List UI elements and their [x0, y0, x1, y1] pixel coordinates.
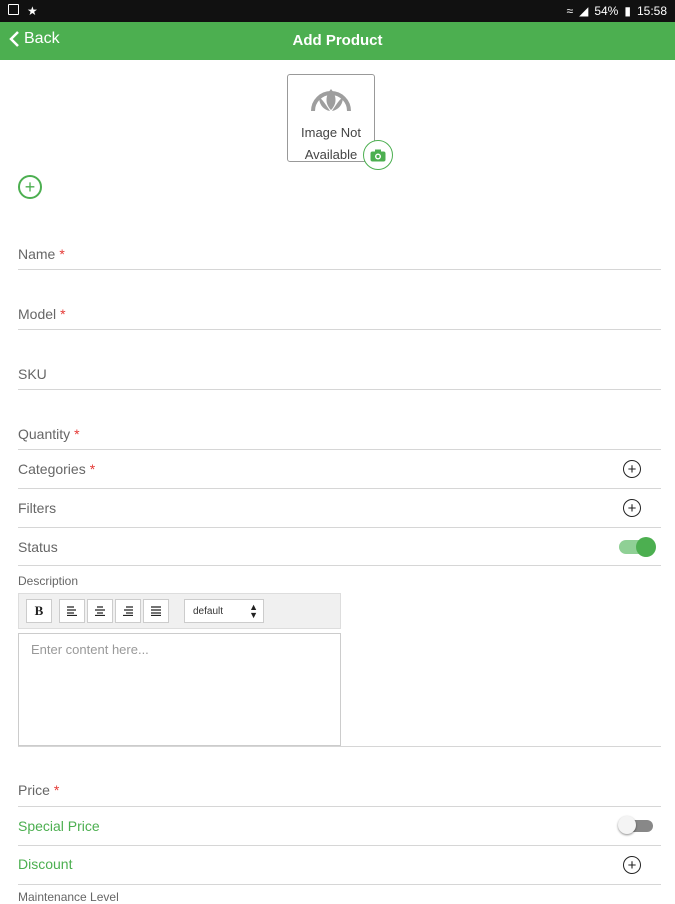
required-marker: *	[59, 246, 65, 262]
align-left-icon	[67, 606, 77, 616]
required-marker: *	[53, 782, 60, 798]
required-marker: *	[60, 306, 66, 322]
filters-label: Filters	[18, 500, 57, 516]
page-title: Add Product	[292, 32, 383, 49]
status-row: Status	[18, 528, 661, 566]
editor-toolbar: B default ▲ ▼	[18, 593, 341, 629]
categories-label: Categories	[18, 461, 86, 477]
camera-button[interactable]	[363, 140, 393, 170]
add-category-icon[interactable]: +	[623, 460, 641, 478]
plus-icon: +	[24, 177, 36, 197]
align-right-icon	[123, 606, 133, 616]
special-price-row: Special Price	[18, 807, 661, 846]
camera-icon	[370, 149, 386, 161]
justify-button[interactable]	[143, 599, 169, 623]
quantity-label: Quantity	[18, 426, 71, 442]
wifi-icon: ≈	[566, 4, 574, 18]
toggle-knob	[618, 816, 636, 834]
discount-row[interactable]: Discount +	[18, 846, 661, 885]
status-label: Status	[18, 539, 58, 555]
gallery-notification-icon	[8, 4, 19, 15]
required-marker: *	[74, 426, 80, 442]
font-size-select[interactable]: default ▲ ▼	[184, 599, 264, 623]
align-center-icon	[95, 606, 105, 616]
bold-button[interactable]: B	[26, 599, 52, 623]
battery-icon: ▮	[624, 4, 631, 18]
maintenance-level-label: Maintenance Level	[18, 890, 119, 904]
select-arrows-icon: ▲ ▼	[249, 602, 258, 620]
battery-percent: 54%	[594, 4, 619, 18]
description-label: Description	[18, 574, 79, 588]
add-discount-icon[interactable]: +	[623, 856, 641, 874]
discount-label: Discount	[18, 856, 73, 872]
image-placeholder-icon	[311, 89, 351, 112]
align-left-button[interactable]	[59, 599, 85, 623]
sku-field[interactable]: SKU	[18, 360, 661, 390]
special-price-label: Special Price	[18, 818, 100, 834]
description-placeholder: Enter content here...	[31, 642, 149, 657]
align-right-button[interactable]	[115, 599, 141, 623]
image-not-available-text-1: Image Not	[301, 125, 361, 140]
app-bar: Back Add Product	[0, 22, 675, 60]
image-not-available-text-2: Available	[304, 147, 358, 162]
name-field[interactable]: Name *	[18, 240, 661, 270]
sku-label: SKU	[18, 366, 47, 382]
status-toggle[interactable]	[619, 537, 656, 557]
special-price-toggle[interactable]	[618, 816, 653, 834]
required-marker: *	[89, 461, 96, 477]
description-editor[interactable]: Enter content here...	[18, 633, 341, 746]
categories-row[interactable]: Categories * +	[18, 450, 661, 489]
signal-icon: ◢	[579, 4, 589, 18]
font-size-value: default	[193, 606, 224, 617]
app-notification-icon: ★	[27, 4, 38, 18]
product-image-placeholder[interactable]: Image Not Available	[287, 74, 375, 162]
clock: 15:58	[636, 4, 667, 18]
filters-row[interactable]: Filters +	[18, 489, 661, 528]
align-center-button[interactable]	[87, 599, 113, 623]
toggle-knob	[636, 537, 656, 557]
status-bar: ★ ≈ ◢ 54% ▮ 15:58	[0, 0, 675, 22]
model-field[interactable]: Model *	[18, 300, 661, 330]
description-divider	[18, 746, 661, 747]
quantity-field[interactable]: Quantity *	[18, 420, 661, 450]
model-label: Model	[18, 306, 57, 322]
name-label: Name	[18, 246, 56, 262]
add-image-button[interactable]: +	[18, 175, 42, 199]
add-filter-icon[interactable]: +	[623, 499, 641, 517]
price-field[interactable]: Price *	[18, 776, 661, 807]
justify-icon	[151, 606, 161, 616]
price-label: Price	[18, 782, 50, 798]
